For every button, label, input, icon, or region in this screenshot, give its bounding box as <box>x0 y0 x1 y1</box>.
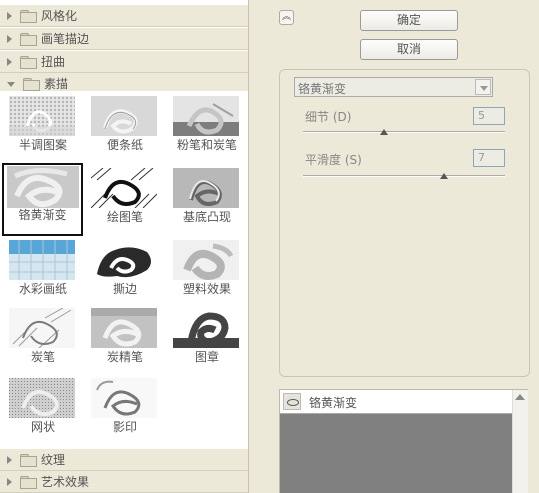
folder-icon <box>20 476 37 489</box>
eye-visibility-icon[interactable] <box>283 393 301 410</box>
filter-thumb-photocopy[interactable]: 影印 <box>86 375 164 441</box>
collapse-arrow-icon[interactable] <box>7 82 15 87</box>
category-artistic[interactable]: 艺术效果 <box>0 471 248 493</box>
cancel-button[interactable]: 取消 <box>360 39 458 60</box>
filter-preview-image <box>7 166 79 208</box>
filter-preview-image <box>9 96 75 136</box>
scrollbar[interactable] <box>512 390 528 493</box>
folder-icon <box>20 454 37 467</box>
folder-icon <box>20 33 37 46</box>
filter-thumb-chalk-charcoal[interactable]: 粉笔和炭笔 <box>168 93 246 159</box>
effect-layers-list-area <box>280 414 512 493</box>
smoothness-value-field[interactable]: 7 <box>473 149 505 167</box>
filter-name: 绘图笔 <box>106 210 143 224</box>
detail-label: 细节 (D) <box>305 110 352 124</box>
filter-select[interactable]: 铬黄渐变 <box>294 77 493 97</box>
expand-arrow-icon[interactable] <box>7 455 12 464</box>
sketch-filter-thumbnails: 半调图案 便条纸 粉笔和炭笔 铬黄渐变 绘图笔 基底凸现 水彩画纸 撕边 塑料效… <box>0 91 248 447</box>
filter-preview-image <box>91 168 157 208</box>
filter-name: 水彩画纸 <box>18 282 67 296</box>
filter-name: 影印 <box>112 420 137 434</box>
filter-name: 炭笔 <box>30 350 55 364</box>
scroll-up-arrow-icon[interactable] <box>515 394 525 400</box>
filter-name: 塑料效果 <box>182 282 231 296</box>
filter-thumb-bas-relief[interactable]: 基底凸现 <box>168 165 246 231</box>
filter-name: 炭精笔 <box>106 350 143 364</box>
category-label: 素描 <box>44 77 69 91</box>
filter-name: 铬黄渐变 <box>18 208 67 222</box>
filter-thumb-graphic-pen[interactable]: 绘图笔 <box>86 165 164 231</box>
smoothness-slider[interactable] <box>303 175 505 177</box>
ok-button[interactable]: 确定 <box>360 10 458 31</box>
filter-preview-image <box>91 240 157 280</box>
detail-slider-knob[interactable] <box>379 129 388 135</box>
category-label: 风格化 <box>41 9 78 23</box>
double-chevron-up-icon: ︽ <box>281 12 291 22</box>
category-distort[interactable]: 扭曲 <box>0 51 248 73</box>
category-label: 纹理 <box>41 453 66 467</box>
smoothness-label: 平滑度 (S) <box>305 153 362 167</box>
filter-thumb-water-paper[interactable]: 水彩画纸 <box>4 237 82 303</box>
filter-thumb-halftone[interactable]: 半调图案 <box>4 93 82 159</box>
category-label: 画笔描边 <box>41 32 90 46</box>
filter-thumb-reticulation[interactable]: 网状 <box>4 375 82 441</box>
filter-preview-image <box>91 96 157 136</box>
expand-arrow-icon[interactable] <box>7 477 12 486</box>
expand-arrow-icon[interactable] <box>7 11 12 20</box>
expand-arrow-icon[interactable] <box>7 57 12 66</box>
filter-name: 便条纸 <box>106 138 143 152</box>
filter-preview-image <box>9 240 75 280</box>
category-brush-strokes[interactable]: 画笔描边 <box>0 28 248 50</box>
filter-preview-image <box>173 240 239 280</box>
category-label: 扭曲 <box>41 55 66 69</box>
detail-value-field[interactable]: 5 <box>473 107 505 125</box>
filter-preview-image <box>9 378 75 418</box>
filter-preview-image <box>9 308 75 348</box>
effect-layer-row[interactable]: 铬黄渐变 <box>280 390 512 414</box>
filter-name: 撕边 <box>112 282 137 296</box>
category-style[interactable]: 风格化 <box>0 5 248 27</box>
filter-preview-image <box>173 96 239 136</box>
dropdown-arrow-icon[interactable] <box>475 79 491 95</box>
filter-thumb-stamp[interactable]: 图章 <box>168 305 246 371</box>
filter-thumb-charcoal[interactable]: 炭笔 <box>4 305 82 371</box>
filter-name: 图章 <box>194 350 219 364</box>
filter-name: 网状 <box>30 420 55 434</box>
filter-preview-image <box>173 168 239 208</box>
filter-gallery: 风格化 画笔描边 扭曲 素描 半调图案 便条纸 粉笔和炭笔 铬黄渐变 绘图笔 基… <box>0 0 249 493</box>
filter-thumb-conte-crayon[interactable]: 炭精笔 <box>86 305 164 371</box>
filter-preview-image <box>91 378 157 418</box>
expand-arrow-icon[interactable] <box>7 34 12 43</box>
filter-thumb-plaster[interactable]: 塑料效果 <box>168 237 246 303</box>
folder-open-icon <box>23 78 40 91</box>
category-label: 艺术效果 <box>41 475 90 489</box>
filter-preview-image <box>173 308 239 348</box>
collapse-gallery-button[interactable]: ︽ <box>279 10 294 25</box>
category-texture[interactable]: 纹理 <box>0 449 248 471</box>
filter-name: 基底凸现 <box>182 210 231 224</box>
filter-thumb-chrome[interactable]: 铬黄渐变 <box>2 163 83 236</box>
smoothness-slider-knob[interactable] <box>440 173 449 179</box>
filter-thumb-torn-edges[interactable]: 撕边 <box>86 237 164 303</box>
effect-layer-name: 铬黄渐变 <box>309 396 358 410</box>
filter-select-value: 铬黄渐变 <box>298 82 347 96</box>
folder-icon <box>20 10 37 23</box>
folder-icon <box>20 56 37 69</box>
filter-name: 粉笔和炭笔 <box>176 138 237 152</box>
filter-name: 半调图案 <box>18 138 67 152</box>
detail-slider[interactable] <box>303 131 505 133</box>
filter-preview-image <box>91 308 157 348</box>
filter-thumb-note-paper[interactable]: 便条纸 <box>86 93 164 159</box>
effect-layers-panel: 铬黄渐变 <box>279 389 528 493</box>
